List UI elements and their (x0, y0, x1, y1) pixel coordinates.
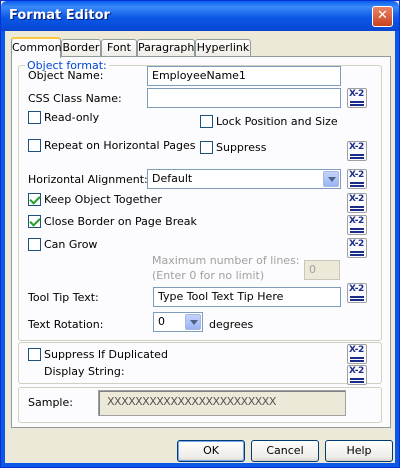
window-title: Format Editor (9, 8, 110, 23)
formula-icon-underline (350, 251, 364, 253)
formula-icon-underline (350, 381, 364, 383)
horizontal-alignment-select[interactable]: Default (147, 169, 341, 189)
chevron-down-icon[interactable] (185, 314, 201, 330)
formula-icon: X-2 (349, 239, 364, 249)
suppress-checkbox[interactable] (200, 141, 213, 154)
object-name-input[interactable]: EmployeeName1 (147, 66, 341, 86)
formula-icon-underline (350, 228, 364, 230)
formula-icon-underline (350, 182, 364, 184)
suppress-formula-button[interactable]: X-2 (347, 141, 367, 161)
formula-icon-underline (350, 231, 364, 233)
suppress-duplicated-label: Suppress If Duplicated (44, 348, 168, 361)
repeat-horizontal-checkbox[interactable] (28, 139, 41, 152)
window-frame-left (1, 31, 5, 467)
formula-icon-underline (350, 254, 364, 256)
repeat-horizontal-label: Repeat on Horizontal Pages (44, 139, 196, 152)
formula-icon: X-2 (349, 216, 364, 226)
text-rotation-select[interactable]: 0 (153, 312, 203, 332)
horizontal-alignment-value: Default (152, 172, 193, 185)
keep-together-label: Keep Object Together (44, 193, 162, 206)
alignment-formula-button[interactable]: X-2 (347, 169, 367, 189)
formula-icon: X-2 (349, 345, 364, 355)
read-only-checkbox[interactable] (28, 111, 41, 124)
help-button[interactable]: Help (325, 440, 393, 462)
tooltip-formula-button[interactable]: X-2 (347, 283, 367, 303)
formula-icon: X-2 (349, 366, 364, 376)
ok-button[interactable]: OK (177, 440, 245, 462)
can-grow-checkbox[interactable] (28, 238, 41, 251)
tab-common[interactable]: Common (11, 37, 62, 58)
text-rotation-value: 0 (158, 315, 165, 328)
formula-icon-underline (350, 296, 364, 298)
formula-icon-underline (350, 360, 364, 362)
formula-icon-underline (350, 185, 364, 187)
display-string-formula-button[interactable]: X-2 (347, 365, 367, 385)
formula-icon-underline (350, 299, 364, 301)
can-grow-formula-button[interactable]: X-2 (347, 238, 367, 258)
close-border-label: Close Border on Page Break (44, 215, 197, 228)
sample-preview: XXXXXXXXXXXXXXXXXXXXXXXX (98, 390, 346, 416)
max-lines-hint: (Enter 0 for no limit) (152, 269, 265, 282)
tooltip-input[interactable]: Type Tool Text Tip Here (153, 287, 341, 307)
tab-paragraph[interactable]: Paragraph (137, 39, 195, 57)
max-lines-input[interactable]: 0 (304, 260, 340, 280)
css-class-input[interactable] (147, 88, 341, 108)
window-frame-right (395, 31, 399, 467)
object-name-label: Object Name: (28, 69, 104, 82)
formula-icon-underline (350, 378, 364, 380)
formula-icon: X-2 (349, 89, 364, 99)
formula-icon: X-2 (349, 142, 364, 152)
common-tab-panel: Object format: Object Name: EmployeeName… (11, 56, 391, 428)
tab-font[interactable]: Font (101, 39, 137, 57)
sample-label: Sample: (28, 396, 73, 409)
suppress-duplicated-formula-button[interactable]: X-2 (347, 344, 367, 364)
keep-together-formula-button[interactable]: X-2 (347, 193, 367, 213)
title-bar: Format Editor ✕ (1, 1, 399, 31)
horizontal-alignment-label: Horizontal Alignment: (28, 173, 148, 186)
tooltip-label: Tool Tip Text: (28, 291, 99, 304)
max-lines-label: Maximum number of lines: (152, 254, 300, 267)
window-frame-bottom (1, 463, 399, 467)
text-rotation-label: Text Rotation: (28, 318, 104, 331)
display-string-label: Display String: (44, 365, 125, 378)
formula-icon-underline (350, 209, 364, 211)
suppress-label: Suppress (216, 141, 267, 154)
lock-position-label: Lock Position and Size (216, 115, 338, 128)
chevron-down-icon[interactable] (323, 171, 339, 187)
text-rotation-unit: degrees (209, 318, 254, 331)
css-class-label: CSS Class Name: (28, 92, 122, 105)
close-border-formula-button[interactable]: X-2 (347, 215, 367, 235)
formula-icon-underline (350, 154, 364, 156)
formula-icon-underline (350, 157, 364, 159)
formula-icon-underline (350, 357, 364, 359)
formula-icon-underline (350, 206, 364, 208)
formula-icon: X-2 (349, 194, 364, 204)
lock-position-checkbox[interactable] (200, 115, 213, 128)
cancel-button[interactable]: Cancel (251, 440, 319, 462)
formula-icon-underline (350, 101, 364, 103)
can-grow-label: Can Grow (44, 238, 98, 251)
tab-hyperlink[interactable]: Hyperlink (195, 39, 251, 57)
keep-together-checkbox[interactable] (28, 193, 41, 206)
tab-border[interactable]: Border (61, 39, 101, 57)
read-only-label: Read-only (44, 111, 100, 124)
format-editor-window: Format Editor ✕ Common Border Font Parag… (0, 0, 400, 468)
formula-icon: X-2 (349, 284, 364, 294)
formula-icon-underline (350, 104, 364, 106)
css-class-formula-button[interactable]: X-2 (347, 88, 367, 108)
close-button[interactable]: ✕ (372, 6, 393, 27)
formula-icon: X-2 (349, 170, 364, 180)
suppress-duplicated-checkbox[interactable] (28, 348, 41, 361)
close-border-checkbox[interactable] (28, 215, 41, 228)
